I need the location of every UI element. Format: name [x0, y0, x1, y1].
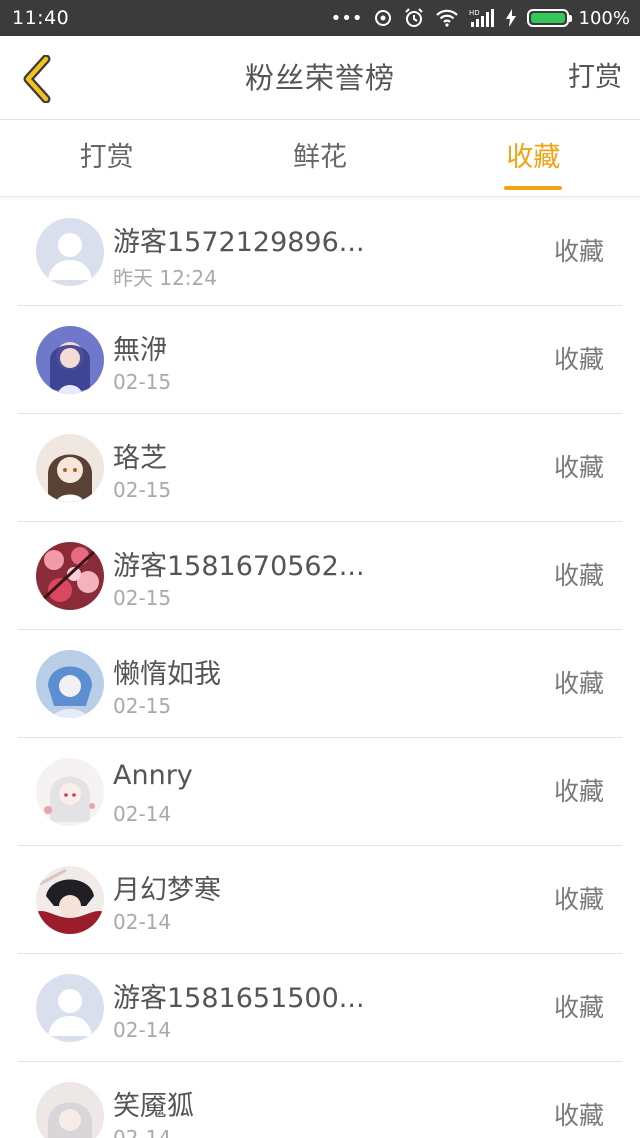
fan-date: 02-15	[113, 370, 172, 394]
back-arrow-icon	[23, 55, 51, 103]
fan-date: 02-14	[113, 802, 172, 826]
anime-avatar-image	[36, 1082, 104, 1138]
fan-action-label: 收藏	[553, 453, 604, 482]
fan-name: 游客1572129896...	[113, 227, 365, 258]
svg-text:HD: HD	[469, 9, 480, 17]
anime-avatar-image	[36, 758, 104, 826]
anime-avatar-image	[36, 866, 104, 934]
tab-flowers[interactable]: 鲜花	[213, 121, 426, 196]
flower-avatar-image	[36, 542, 104, 610]
charging-icon	[505, 9, 516, 27]
reward-button[interactable]: 打赏	[568, 36, 622, 120]
fan-date: 02-15	[113, 694, 172, 718]
anime-avatar-image	[36, 434, 104, 502]
fan-action-label: 收藏	[553, 561, 604, 590]
fan-name: 懒惰如我	[113, 659, 221, 690]
alarm-icon	[404, 8, 423, 27]
tab-label: 鲜花	[292, 142, 347, 173]
list-item[interactable]: Annry 02-14 收藏	[18, 738, 622, 846]
tab-bar: 打赏 鲜花 收藏	[0, 121, 640, 197]
fan-name: 月幻梦寒	[113, 875, 221, 906]
active-tab-indicator	[504, 186, 563, 190]
list-item[interactable]: 笑魇狐 02-14 收藏	[18, 1062, 622, 1138]
tab-favorites[interactable]: 收藏	[427, 121, 640, 196]
status-bar: 11:40 ••• HD 100%	[0, 0, 640, 36]
fan-name: 無洢	[113, 335, 167, 366]
fan-name: 笑魇狐	[113, 1091, 194, 1122]
fan-action-label: 收藏	[553, 885, 604, 914]
fan-name: 游客1581670562...	[113, 551, 365, 582]
fan-action-label: 收藏	[553, 993, 604, 1022]
list-item[interactable]: 懒惰如我 02-15 收藏	[18, 630, 622, 738]
list-item[interactable]: 游客1581670562... 02-15 收藏	[18, 522, 622, 630]
list-item[interactable]: 月幻梦寒 02-14 收藏	[18, 846, 622, 954]
fan-date: 02-14	[113, 1018, 172, 1042]
fan-action-label: 收藏	[553, 345, 604, 374]
fan-action-label: 收藏	[553, 777, 604, 806]
fan-name: Annry	[113, 760, 193, 791]
anime-avatar-image	[36, 650, 104, 718]
list-item[interactable]: 珞芝 02-15 收藏	[18, 414, 622, 522]
fan-list: 游客1572129896... 昨天 12:24 收藏 無洢 02-15 收藏 …	[18, 198, 622, 1138]
battery-icon	[526, 9, 572, 27]
fan-date: 02-15	[113, 478, 172, 502]
fan-date: 昨天 12:24	[113, 266, 217, 290]
more-dots-icon: •••	[330, 7, 363, 29]
default-avatar-icon	[36, 218, 104, 286]
fan-date: 02-14	[113, 910, 172, 934]
tab-reward[interactable]: 打赏	[0, 121, 213, 196]
back-button[interactable]	[12, 54, 62, 104]
list-item[interactable]: 游客1572129896... 昨天 12:24 收藏	[18, 198, 622, 306]
anime-avatar-image	[36, 326, 104, 394]
wifi-icon	[435, 9, 458, 27]
tab-label: 打赏	[79, 142, 134, 173]
list-item[interactable]: 游客1581651500... 02-14 收藏	[18, 954, 622, 1062]
fan-date: 02-15	[113, 586, 172, 610]
list-item[interactable]: 無洢 02-15 收藏	[18, 306, 622, 414]
fan-action-label: 收藏	[553, 669, 604, 698]
fan-name: 珞芝	[113, 443, 167, 474]
page-title: 粉丝荣誉榜	[244, 61, 395, 95]
status-icons: ••• HD 100%	[331, 7, 630, 29]
fan-action-label: 收藏	[553, 1101, 604, 1130]
signal-icon: HD	[469, 9, 494, 27]
fan-date: 02-14	[113, 1126, 172, 1138]
status-time: 11:40	[12, 7, 70, 29]
data-saver-icon	[374, 10, 391, 26]
fan-action-label: 收藏	[553, 237, 604, 266]
battery-percent: 100%	[578, 7, 630, 29]
default-avatar-icon	[36, 974, 104, 1042]
header-bar: 粉丝荣誉榜 打赏	[0, 36, 640, 120]
fan-name: 游客1581651500...	[113, 983, 365, 1014]
tab-label: 收藏	[506, 142, 561, 173]
